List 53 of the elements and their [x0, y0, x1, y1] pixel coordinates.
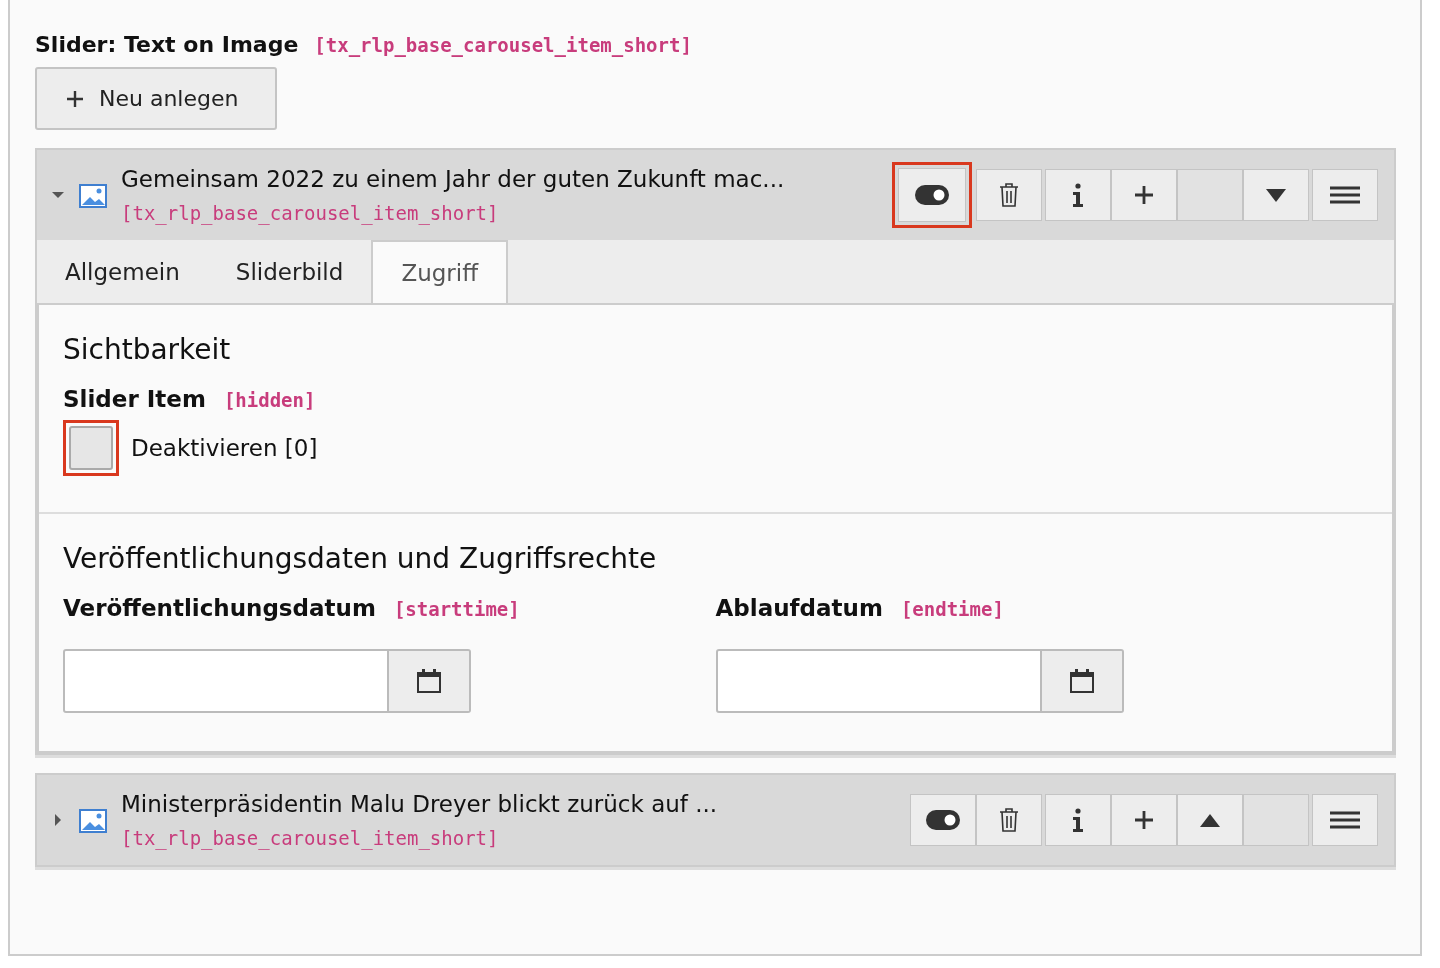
- new-record-button[interactable]: Neu anlegen: [35, 67, 277, 130]
- date-input[interactable]: [715, 649, 1042, 713]
- toggle-icon: [926, 810, 960, 830]
- field-name: [starttime]: [393, 598, 520, 620]
- move-down-button[interactable]: [1243, 169, 1309, 221]
- field-name: [hidden]: [223, 389, 316, 411]
- trash-icon: [999, 807, 1019, 833]
- table-name: [tx_rlp_base_carousel_item_short]: [121, 202, 500, 224]
- trash-icon: [999, 182, 1019, 208]
- add-button[interactable]: [1111, 794, 1177, 846]
- info-icon: [1072, 183, 1084, 207]
- triangle-down-icon: [1266, 188, 1286, 202]
- toggle-button[interactable]: [910, 794, 976, 846]
- toggle-button[interactable]: [892, 162, 972, 228]
- plus-icon: [1134, 810, 1154, 830]
- drag-handle[interactable]: [1312, 794, 1378, 846]
- info-button[interactable]: [1045, 169, 1111, 221]
- image-icon: [79, 184, 107, 208]
- move-up-button[interactable]: [1177, 794, 1243, 846]
- tab[interactable]: Sliderbild: [207, 240, 372, 303]
- delete-button[interactable]: [976, 794, 1042, 846]
- field-label: Slider Item: [63, 386, 206, 412]
- field-label: Veröffentlichungsdatum: [63, 595, 376, 621]
- add-button[interactable]: [1111, 169, 1177, 221]
- drag-handle[interactable]: [1312, 169, 1378, 221]
- delete-button[interactable]: [976, 169, 1042, 221]
- triangle-up-icon: [1200, 813, 1220, 827]
- calendar-button[interactable]: [1041, 649, 1124, 713]
- calendar-button[interactable]: [389, 649, 471, 713]
- field-name: [endtime]: [900, 598, 1004, 620]
- date-input[interactable]: [63, 649, 389, 713]
- info-icon: [1072, 808, 1084, 832]
- toggle-icon: [915, 185, 949, 205]
- table-name: [tx_rlp_base_carousel_item_short]: [121, 827, 500, 849]
- tab[interactable]: Zugriff: [371, 240, 508, 303]
- record-title[interactable]: Ministerpräsidentin Malu Dreyer blickt zurück auf ...: [121, 791, 910, 817]
- field-name: [tx_rlp_base_carousel_item_short]: [314, 34, 692, 56]
- calendar-icon: [1068, 668, 1095, 694]
- fieldset-title: Sichtbarkeit: [63, 333, 232, 366]
- tab[interactable]: Allgemein: [37, 240, 208, 303]
- checkbox[interactable]: [69, 426, 113, 470]
- plus-icon: [65, 88, 85, 109]
- record-title[interactable]: Gemeinsam 2022 zu einem Jahr der guten Zukunft mac...: [121, 166, 892, 192]
- drag-lines-icon: [1330, 186, 1360, 204]
- fieldset-title: Veröffentlichungsdaten und Zugriffsrechte: [63, 542, 658, 575]
- calendar-icon: [416, 668, 442, 694]
- image-icon: [79, 809, 107, 833]
- section-title: Slider: Text on Image: [35, 32, 299, 57]
- field-label: Ablaufdatum: [715, 595, 883, 621]
- info-button[interactable]: [1045, 794, 1111, 846]
- plus-icon: [1134, 185, 1154, 205]
- drag-lines-icon: [1330, 811, 1360, 829]
- checkbox-label[interactable]: Deaktivieren [0]: [131, 435, 318, 461]
